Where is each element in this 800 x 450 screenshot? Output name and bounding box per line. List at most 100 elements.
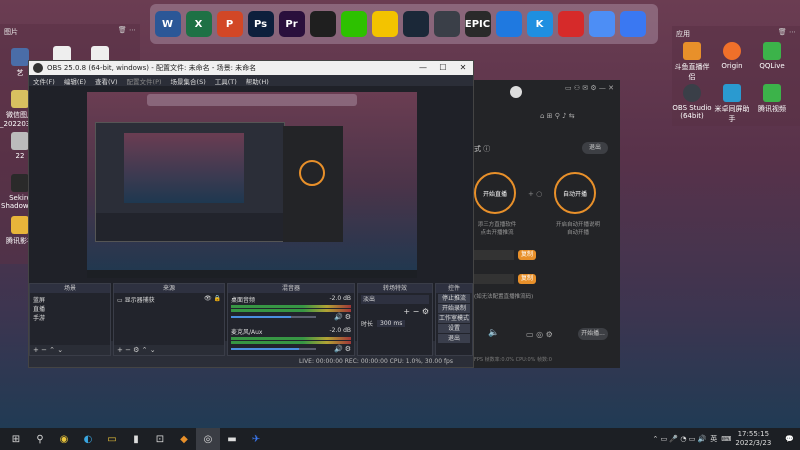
source-toolbar[interactable]: + − ⚙ ⌃ ⌄ xyxy=(114,345,224,355)
menu-item[interactable]: 查看(V) xyxy=(95,76,118,86)
tray-icons[interactable]: ⌃ ▭ 🎤 ◔ ▭ 🔊 xyxy=(653,435,707,443)
copy-button[interactable]: 复制 xyxy=(518,274,536,284)
scene-item[interactable]: 手游 xyxy=(33,313,107,322)
source-item[interactable]: ▭ 显示器捕获 👁 🔒 xyxy=(117,295,221,304)
wechat-icon[interactable] xyxy=(340,11,367,37)
control-button[interactable]: 退出 xyxy=(438,334,470,343)
minimize-icon[interactable]: — xyxy=(413,61,433,75)
desktop-app-item[interactable]: Origin xyxy=(712,42,752,70)
menu-item[interactable]: 场景集合(S) xyxy=(171,76,206,86)
volume-slider[interactable] xyxy=(231,316,316,318)
chrome-icon[interactable]: ◉ xyxy=(52,428,76,450)
maximize-icon[interactable]: ☐ xyxy=(433,61,453,75)
windows-start-icon[interactable]: ⊞ xyxy=(4,428,28,450)
stream-preview[interactable] xyxy=(87,92,417,278)
menu-item[interactable]: 配置文件(P) xyxy=(127,76,162,86)
input-language[interactable]: 英 xyxy=(710,434,717,444)
qq-icon[interactable] xyxy=(309,11,336,37)
obs-titlebar[interactable]: OBS 25.0.8 (64-bit, windows) - 配置文件: 未命名… xyxy=(29,61,473,75)
start-live-ring[interactable]: 开始直播 xyxy=(474,172,516,214)
preview-nested-obs xyxy=(95,122,285,242)
menu-item[interactable]: 编辑(E) xyxy=(64,76,86,86)
stream-url-field[interactable] xyxy=(474,250,514,260)
panel-controls[interactable]: 🗑 ⋯ xyxy=(118,26,136,34)
control-button[interactable]: 工作室模式 xyxy=(438,314,470,323)
transition-add-remove[interactable]: + − ⚙ xyxy=(361,307,429,316)
premiere-icon[interactable]: Pr xyxy=(278,11,305,37)
game-icon[interactable] xyxy=(371,11,398,37)
keyboard-icon[interactable]: ⌨ xyxy=(721,435,731,443)
obs-icon[interactable] xyxy=(433,11,460,37)
audio-meter xyxy=(231,341,351,344)
kugou-icon[interactable]: K xyxy=(526,11,553,37)
desktop-app-item[interactable]: OBS Studio (64bit) xyxy=(672,84,712,120)
clock[interactable]: 17:55:15 2022/3/23 xyxy=(735,430,771,448)
auto-live-ring[interactable]: 自动开播 xyxy=(554,172,596,214)
stream-key-field[interactable] xyxy=(474,274,514,284)
exit-button[interactable]: 退出 xyxy=(582,142,608,154)
epic-icon[interactable]: EPIC xyxy=(464,11,491,37)
preview-dock xyxy=(147,94,357,106)
tencent-meeting-icon[interactable] xyxy=(495,11,522,37)
photoshop-icon[interactable]: Ps xyxy=(247,11,274,37)
control-button[interactable]: 开始录制 xyxy=(438,304,470,313)
volume-slider[interactable] xyxy=(231,348,316,350)
visibility-icon[interactable]: 👁 🔒 xyxy=(204,295,221,304)
obs-icon xyxy=(683,84,701,102)
feishu-icon[interactable]: ✈ xyxy=(244,428,268,450)
desktop-app-item[interactable]: QQLive xyxy=(752,42,792,70)
sources-title: 来源 xyxy=(114,284,224,293)
transition-select[interactable]: 淡出 xyxy=(361,295,429,304)
douyu-icon[interactable]: ◆ xyxy=(172,428,196,450)
terminal-icon[interactable]: ▬ xyxy=(220,428,244,450)
copy-button[interactable]: 复制 xyxy=(518,250,536,260)
menu-item[interactable]: 文件(F) xyxy=(33,76,55,86)
powerpoint-icon[interactable]: P xyxy=(216,11,243,37)
folder-icon xyxy=(11,216,29,234)
window-controls[interactable]: ▭ ⚇ ✉ ⚙ — ✕ xyxy=(565,84,614,92)
toolbar-icons[interactable]: ⌂ ⊞ ⚲ ♪ ⇆ xyxy=(540,112,575,120)
gear-icon[interactable]: ⚙ xyxy=(345,313,351,321)
speaker-icon[interactable]: 🔊 xyxy=(334,313,343,321)
menu-item[interactable]: 工具(T) xyxy=(215,76,237,86)
desktop-app-item[interactable]: 腾讯视频 xyxy=(752,84,792,114)
app-item-label: 腾讯视频 xyxy=(758,105,786,113)
baidu-icon[interactable] xyxy=(588,11,615,37)
desktop-app-item[interactable]: 米卓同屏助手 xyxy=(712,84,752,124)
notification-icon[interactable]: 💬 xyxy=(785,435,794,443)
scene-toolbar[interactable]: + − ⌃ ⌄ xyxy=(30,345,110,355)
obs-taskbar-icon[interactable]: ◎ xyxy=(196,428,220,450)
device-icon[interactable]: ▮ xyxy=(124,428,148,450)
store-icon[interactable]: ⊡ xyxy=(148,428,172,450)
close-icon[interactable]: ✕ xyxy=(453,61,473,75)
edge-icon[interactable]: ◐ xyxy=(76,428,100,450)
image-icon xyxy=(11,132,29,150)
volume-icon[interactable]: 🔈 xyxy=(488,328,499,338)
file-explorer-icon[interactable]: ▭ xyxy=(100,428,124,450)
transitions-title: 转场特效 xyxy=(358,284,432,293)
preview-taskbar xyxy=(87,270,417,278)
word-icon[interactable]: W xyxy=(154,11,181,37)
scene-item[interactable]: 蓝屏 xyxy=(33,295,107,304)
excel-icon[interactable]: X xyxy=(185,11,212,37)
obs-menubar: 文件(F) 编辑(E) 查看(V) 配置文件(P) 场景集合(S) 工具(T) 帮助(H) xyxy=(29,75,473,86)
settings-icons[interactable]: ▭ ◎ ⚙ xyxy=(526,330,553,339)
steam-icon[interactable] xyxy=(402,11,429,37)
image-icon xyxy=(11,90,29,108)
menu-item[interactable]: 帮助(H) xyxy=(246,76,269,86)
scene-list: 蓝屏 直播 手游 xyxy=(30,293,110,324)
douyu-icon xyxy=(683,42,701,60)
speaker-icon[interactable]: 🔊 xyxy=(334,345,343,353)
control-button[interactable]: 设置 xyxy=(438,324,470,333)
scene-item[interactable]: 直播 xyxy=(33,304,107,313)
desktop-app-item[interactable]: 斗鱼直播伴侣 xyxy=(672,42,712,82)
control-button[interactable]: 停止推流 xyxy=(438,294,470,303)
start-stream-button[interactable]: 开始播... xyxy=(578,328,608,340)
feishu-icon[interactable] xyxy=(619,11,646,37)
app-dock: W X P Ps Pr EPIC K xyxy=(150,4,658,44)
panel-controls[interactable]: 🗑 ⋯ xyxy=(778,28,796,36)
gear-icon[interactable]: ⚙ xyxy=(345,345,351,353)
search-icon[interactable]: ⚲ xyxy=(28,428,52,450)
duration-field[interactable]: 300 ms xyxy=(377,320,406,327)
netease-music-icon[interactable] xyxy=(557,11,584,37)
